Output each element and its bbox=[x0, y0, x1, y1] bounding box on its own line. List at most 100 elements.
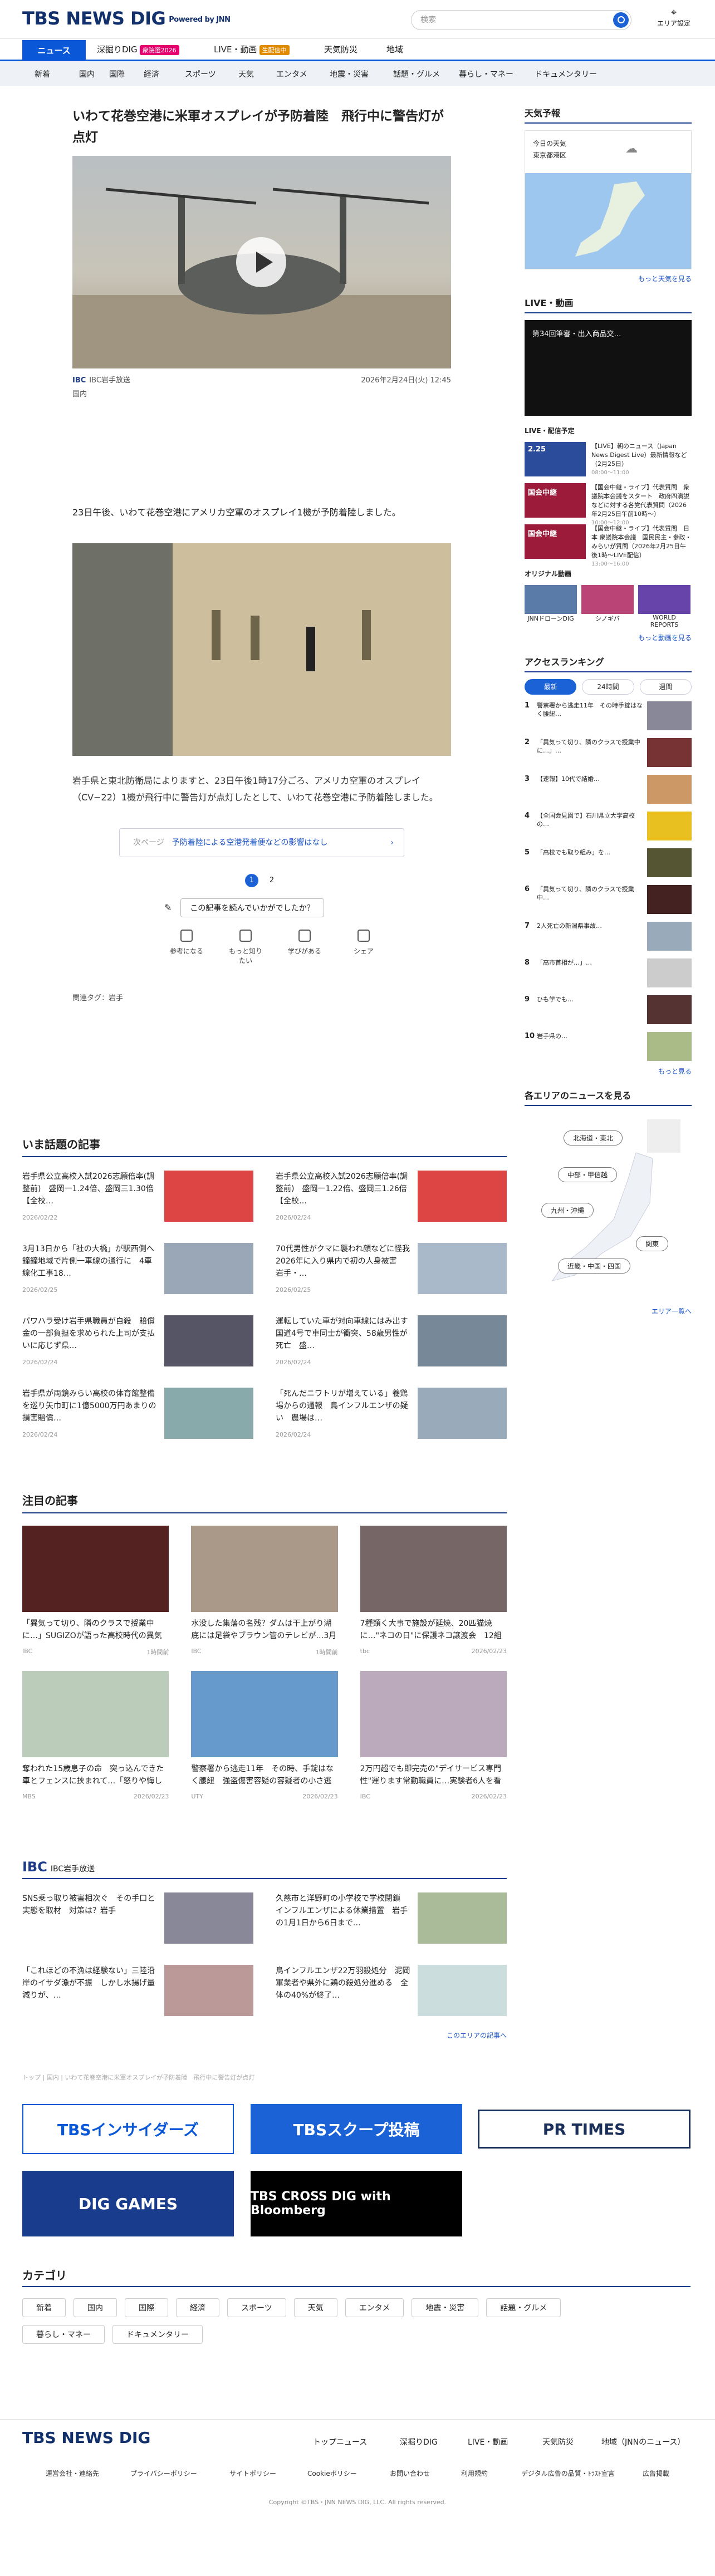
footer-nav-top[interactable]: トップニュース bbox=[313, 2436, 367, 2447]
rank-item[interactable]: 9 ひも学でも… bbox=[525, 995, 692, 1025]
site-logo[interactable]: TBS NEWS DIG Powered by JNN bbox=[22, 8, 231, 29]
tab-news[interactable]: ニュース bbox=[22, 40, 86, 61]
rank-item[interactable]: 10 岩手県の… bbox=[525, 1032, 692, 1062]
area-more-link[interactable]: エリア一覧へ bbox=[525, 1306, 692, 1316]
footer-nav-region[interactable]: 地域（JNNのニュース） bbox=[601, 2436, 685, 2447]
reaction-share[interactable]: シェア bbox=[344, 930, 383, 965]
ibc-item[interactable]: 「これほどの不漁は経験ない」三陸沿岸のイサダ漁が不振 しかし水揚げ量減りが、… bbox=[22, 1965, 253, 2026]
category-chip[interactable]: エンタメ bbox=[345, 2298, 404, 2317]
article-video[interactable] bbox=[72, 156, 451, 368]
rank-tab-week[interactable]: 週間 bbox=[639, 679, 692, 695]
weather-widget[interactable]: 今日の天気 東京都港区 ☁ bbox=[525, 130, 692, 269]
rank-item[interactable]: 6 「異気って切り、隣のクラスで授業中… bbox=[525, 885, 692, 915]
weather-more-link[interactable]: もっと天気を見る bbox=[525, 274, 692, 283]
footer-link[interactable]: サイトポリシー bbox=[229, 2469, 276, 2478]
category-chip[interactable]: 国内 bbox=[74, 2298, 117, 2317]
banner-insiders[interactable]: TBSインサイダーズ bbox=[22, 2104, 234, 2154]
category-chip[interactable]: 話題・グルメ bbox=[486, 2298, 561, 2317]
tab-region[interactable]: 地域 bbox=[386, 43, 403, 55]
banner-prtimes[interactable]: PR TIMES bbox=[478, 2110, 690, 2149]
next-page-link[interactable]: 次ページ 予防着陸による空港発着便などの影響はなし › bbox=[119, 828, 404, 857]
trending-item[interactable]: 岩手県公立高校入試2026志願倍率(調整前) 盛岡一1.24倍、盛岡三1.30倍… bbox=[22, 1171, 253, 1232]
subnav-sports[interactable]: スポーツ bbox=[185, 68, 216, 80]
subnav-disaster[interactable]: 地震・災害 bbox=[330, 68, 369, 80]
trending-item[interactable]: 岩手県公立高校入試2026志願倍率(調整前) 盛岡一1.22倍、盛岡三1.26倍… bbox=[276, 1171, 507, 1232]
subnav-money[interactable]: 暮らし・マネー bbox=[459, 68, 513, 80]
live-item[interactable]: 2.25 【LIVE】朝のニュース（Japan News Digest Live）… bbox=[525, 442, 692, 476]
category-chip[interactable]: 地震・災害 bbox=[412, 2298, 479, 2317]
ibc-item[interactable]: 久慈市と洋野町の小学校で学校閉鎖 インフルエンザによる休業措置 岩手の1月1日か… bbox=[276, 1892, 507, 1954]
trending-item[interactable]: 運転していた車が対向車線にはみ出す 国道4号で車同士が衝突、58歳男性が死亡 盛… bbox=[276, 1315, 507, 1377]
footer-link[interactable]: プライバシーポリシー bbox=[130, 2469, 197, 2478]
subnav-gourmet[interactable]: 話題・グルメ bbox=[393, 68, 440, 80]
tab-dig[interactable]: 深掘りDIG 衆院選2026 bbox=[97, 43, 179, 55]
category-chip[interactable]: 暮らし・マネー bbox=[22, 2325, 105, 2344]
rank-tab-24h[interactable]: 24時間 bbox=[582, 679, 634, 695]
page-1[interactable]: 1 bbox=[245, 874, 258, 887]
area-setting-button[interactable]: ⌖ エリア設定 bbox=[657, 7, 690, 28]
reaction-more[interactable]: もっと知りたい bbox=[226, 930, 265, 965]
ibc-item[interactable]: 鳥インフルエンザ22万羽殺処分 泥岡軍業者や県外に鶏の殺処分進める 全体の40%… bbox=[276, 1965, 507, 2026]
footer-link[interactable]: 運営会社・連絡先 bbox=[46, 2469, 99, 2478]
weather-map[interactable] bbox=[525, 173, 691, 269]
reaction-learn[interactable]: 学びがある bbox=[285, 930, 324, 965]
original-video[interactable]: WORLD REPORTS bbox=[638, 585, 690, 628]
article-source[interactable]: IBC岩手放送 bbox=[89, 376, 130, 385]
footer-nav-weather[interactable]: 天気防災 bbox=[542, 2436, 574, 2447]
area-kyushu[interactable]: 九州・沖縄 bbox=[541, 1203, 594, 1218]
live-player[interactable]: 第34回筆審・出入商品交… bbox=[525, 320, 692, 416]
ranking-more-link[interactable]: もっと見る bbox=[525, 1066, 692, 1076]
page-2[interactable]: 2 bbox=[265, 874, 278, 887]
rank-item[interactable]: 7 2人死亡の新潟県事故… bbox=[525, 922, 692, 952]
featured-card[interactable]: 2万円超でも即完売の"デイサービス専門性"運ります常勤職員に…実験者6人を看護師… bbox=[360, 1671, 507, 1800]
featured-card[interactable]: 「異気って切り、隣のクラスで授業中に…」SUGIZOが語った高校時代の異気さんと… bbox=[22, 1526, 169, 1656]
category-chip[interactable]: ドキュメンタリー bbox=[112, 2325, 203, 2344]
area-kinki[interactable]: 近畿・中国・四国 bbox=[558, 1258, 631, 1274]
subnav-intl[interactable]: 国際 bbox=[109, 68, 125, 80]
footer-nav-dig[interactable]: 深掘りDIG bbox=[400, 2436, 438, 2447]
tab-weather[interactable]: 天気防災 bbox=[324, 43, 358, 55]
play-icon[interactable] bbox=[236, 237, 286, 287]
rank-item[interactable]: 1 警察署から逃走11年 その時手錠はなく腰紐… bbox=[525, 701, 692, 731]
rank-item[interactable]: 5 「高校でも取り組み」を… bbox=[525, 848, 692, 878]
featured-card[interactable]: 奪われた15歳息子の命 突っ込んできた車とフェンスに挟まれて…「怒りや悔しさや悲… bbox=[22, 1671, 169, 1800]
original-video[interactable]: シノギバ bbox=[581, 585, 634, 628]
featured-card[interactable]: 7種類く大事で施設が延焼、20匹猫焼に…"ネコの日"に保護ネコ譲渡会 12組が里… bbox=[360, 1526, 507, 1656]
breadcrumb[interactable]: トップ | 国内 | いわて花巻空港に米軍オスプレイが予防着陸 飛行中に警告灯が… bbox=[22, 2073, 254, 2082]
trending-item[interactable]: 3月13日から「社の大橋」が駅西側へ鐘鐘地域で片側一車線の通行に 4車線化工事1… bbox=[22, 1243, 253, 1304]
footer-link[interactable]: Cookieポリシー bbox=[307, 2469, 357, 2478]
rank-item[interactable]: 8 「高市首相が…」… bbox=[525, 958, 692, 989]
trending-item[interactable]: 70代男性がクマに襲われ顔などに怪我 2026年に入り県内で初の人身被害 岩手・… bbox=[276, 1243, 507, 1304]
search-input[interactable]: 検索 bbox=[411, 10, 631, 30]
subnav-domestic[interactable]: 国内 bbox=[79, 68, 95, 80]
rank-tab-latest[interactable]: 最新 bbox=[525, 679, 577, 695]
search-icon[interactable] bbox=[613, 12, 629, 28]
footer-link[interactable]: デジタル広告の品質・ﾄﾗｽﾄ宣言 bbox=[521, 2469, 615, 2478]
subnav-economy[interactable]: 経済 bbox=[144, 68, 159, 80]
area-kanto[interactable]: 関東 bbox=[636, 1236, 669, 1251]
area-map[interactable]: 北海道・東北 中部・甲信越 九州・沖縄 関東 近畿・中国・四国 bbox=[525, 1114, 692, 1302]
trending-item[interactable]: 「死んだニワトリが増えている」養鶏場からの通報 鳥インフルエンザの疑い 農場は…… bbox=[276, 1388, 507, 1449]
video-more-link[interactable]: もっと動画を見る bbox=[525, 633, 692, 642]
tab-live[interactable]: LIVE・動画 生配信中 bbox=[214, 43, 290, 55]
related-tags[interactable]: 関連タグ：岩手 bbox=[72, 992, 451, 1002]
footer-link[interactable]: 利用規約 bbox=[461, 2469, 488, 2478]
ibc-item[interactable]: SNS乗っ取り被害相次ぐ その手口と実態を取材 対策は？岩手 bbox=[22, 1892, 253, 1954]
category-chip[interactable]: 新着 bbox=[22, 2298, 66, 2317]
category-chip[interactable]: 国際 bbox=[125, 2298, 168, 2317]
featured-card[interactable]: 警察署から逃走11年 その時、手錠はなく腰紐 強盗傷害容疑の容疑者の小さ逃走が…… bbox=[191, 1671, 338, 1800]
footer-link[interactable]: 広告掲載 bbox=[643, 2469, 669, 2478]
ibc-more-link[interactable]: このエリアの記事へ bbox=[22, 2031, 507, 2040]
rank-item[interactable]: 2 「異気って切り、隣のクラスで授業中に…」… bbox=[525, 738, 692, 768]
banner-crossdig[interactable]: TBS CROSS DIG with Bloomberg bbox=[251, 2171, 462, 2236]
trending-item[interactable]: 岩手県が両鏡みらい高校の体育館整備を巡り矢巾町に1億5000万円あまりの損害賠償… bbox=[22, 1388, 253, 1449]
subnav-ent[interactable]: エンタメ bbox=[276, 68, 307, 80]
article-category[interactable]: 国内 bbox=[72, 388, 451, 399]
original-video[interactable]: JNNドローンDIG bbox=[525, 585, 577, 628]
banner-diggames[interactable]: DIG GAMES bbox=[22, 2171, 234, 2236]
category-chip[interactable]: 天気 bbox=[293, 2298, 337, 2317]
live-item[interactable]: 国会中継 【国会中継・ライブ】代表質問 日本 衆議院本会議 国民民主・参政・みらい… bbox=[525, 524, 692, 567]
rank-item[interactable]: 4 【全国会見図で】石川県立大学高校の… bbox=[525, 812, 692, 842]
live-item[interactable]: 国会中継 【国会中継・ライブ】代表質問 衆議院本会議をスタート 政府四演説などに対… bbox=[525, 483, 692, 526]
subnav-doc[interactable]: ドキュメンタリー bbox=[535, 68, 597, 80]
